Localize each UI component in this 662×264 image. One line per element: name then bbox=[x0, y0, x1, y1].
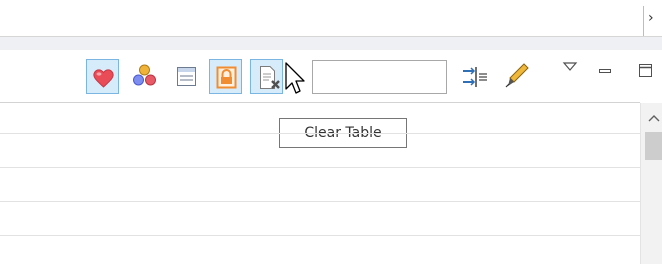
color-balls-icon bbox=[133, 64, 156, 86]
maximize-button[interactable] bbox=[637, 62, 655, 84]
mouse-cursor-icon bbox=[285, 62, 309, 106]
details-panel-button[interactable] bbox=[170, 59, 203, 94]
minimize-icon bbox=[599, 69, 611, 73]
top-strip bbox=[0, 0, 662, 36]
scrollbar-thumb[interactable] bbox=[645, 132, 662, 160]
filter-input[interactable] bbox=[312, 60, 447, 94]
favorites-toggle-button[interactable] bbox=[86, 59, 119, 94]
vertical-scrollbar[interactable] bbox=[640, 103, 662, 264]
table-row-divider bbox=[0, 167, 640, 168]
pen-icon bbox=[505, 63, 529, 88]
chevron-right-icon[interactable]: › bbox=[648, 10, 654, 26]
details-panel-icon bbox=[177, 67, 196, 86]
table-row-divider bbox=[0, 235, 640, 236]
insert-separator-button[interactable] bbox=[458, 63, 488, 95]
top-divider bbox=[643, 6, 644, 36]
scroll-lock-button[interactable] bbox=[209, 59, 242, 94]
color-scheme-button[interactable] bbox=[128, 59, 161, 94]
clear-table-button[interactable] bbox=[250, 59, 283, 94]
minimize-button[interactable] bbox=[597, 62, 613, 82]
table-row-divider bbox=[0, 133, 640, 134]
view-menu-button[interactable] bbox=[561, 58, 579, 77]
clear-table-icon bbox=[260, 66, 280, 89]
table-row-divider bbox=[0, 201, 640, 202]
heart-icon bbox=[93, 69, 114, 88]
toolbar-separator bbox=[0, 102, 640, 103]
view-tab-bar bbox=[0, 37, 662, 50]
pen-button[interactable] bbox=[500, 60, 530, 94]
lock-icon bbox=[216, 66, 237, 89]
insert-separator-icon bbox=[463, 67, 487, 87]
view-menu-icon bbox=[562, 62, 578, 71]
scroll-up-arrow-icon[interactable] bbox=[648, 108, 660, 127]
maximize-icon bbox=[639, 64, 652, 77]
